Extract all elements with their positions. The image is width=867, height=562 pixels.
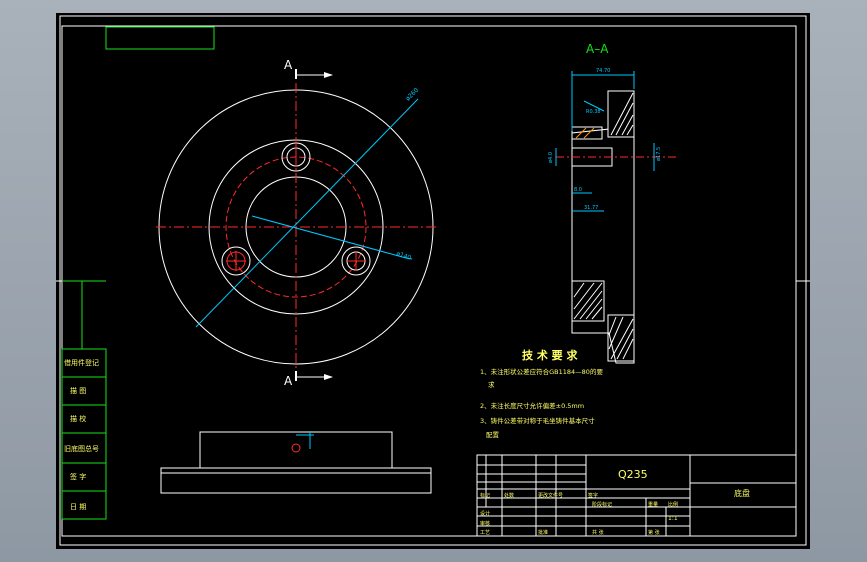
side-row-1: 借用件登记 (64, 358, 99, 367)
svg-text:签字: 签字 (588, 492, 598, 499)
svg-text:处数: 处数 (504, 492, 514, 499)
side-row-3: 描 校 (70, 414, 86, 423)
svg-text:31.77: 31.77 (584, 205, 598, 211)
left-side-table: 借用件登记 描 图 描 校 旧底图总号 签 字 日 期 (61, 280, 107, 520)
code-box (105, 26, 215, 50)
title-block: Q235 底盘 1:1 标记 处数 更改文件号 签字 阶段标记 重量 比例 设计… (476, 454, 797, 537)
section-mark-bottom: A (284, 374, 293, 388)
tech-req-item-1b: 求 (488, 380, 495, 389)
section-title: A–A (586, 42, 609, 56)
svg-text:共 张: 共 张 (592, 529, 604, 536)
outer-diameter-dim (195, 98, 419, 328)
drawing-canvas: ø260 ø140 A A A–A 74.70 R0.38 ø4.0 ø17.5… (56, 15, 810, 546)
svg-text:设计: 设计 (480, 510, 490, 517)
section-mark-top: A (284, 58, 293, 72)
svg-text:比例: 比例 (668, 501, 678, 508)
svg-text:更改文件号: 更改文件号 (538, 492, 563, 499)
section-view: A–A 74.70 R0.38 ø4.0 ø17.5 8.0 31.77 (548, 42, 676, 364)
tech-req-item-2: 2、未注长度尺寸允许偏差±0.5mm (480, 401, 584, 410)
svg-text:第 张: 第 张 (648, 529, 660, 536)
side-row-6: 日 期 (70, 503, 86, 511)
svg-text:74.70: 74.70 (596, 68, 610, 74)
svg-text:审核: 审核 (480, 520, 490, 527)
svg-text:R0.38: R0.38 (586, 109, 601, 115)
part-name-label: 底盘 (734, 488, 750, 498)
side-row-4: 旧底图总号 (64, 444, 99, 453)
svg-text:重量: 重量 (648, 501, 658, 508)
svg-text:ø140: ø140 (395, 250, 412, 261)
svg-text:工艺: 工艺 (480, 530, 490, 536)
front-view: ø260 ø140 A A (156, 58, 438, 388)
tech-req-item-3b: 配置 (486, 431, 500, 439)
material-label: Q235 (618, 468, 648, 481)
side-row-2: 描 图 (70, 386, 86, 395)
svg-text:8.0: 8.0 (574, 187, 582, 193)
tech-req-item-1: 1、未注形状公差应符合GB1184—80的要 (480, 367, 603, 376)
outer-border (59, 15, 807, 546)
drawing-border (61, 25, 797, 537)
cad-viewport[interactable]: ø260 ø140 A A A–A 74.70 R0.38 ø4.0 ø17.5… (0, 0, 867, 562)
svg-text:阶段标记: 阶段标记 (592, 501, 612, 508)
svg-text:批准: 批准 (538, 529, 548, 536)
technical-requirements: 技 术 要 求 1、未注形状公差应符合GB1184—80的要 求 2、未注长度尺… (480, 348, 603, 439)
svg-text:ø17.5: ø17.5 (656, 147, 662, 161)
tech-req-title: 技 术 要 求 (522, 348, 578, 362)
tech-req-item-3: 3、铸件公差带对称于毛坐铸件基本尺寸 (480, 416, 595, 425)
drawing-sheet: ø260 ø140 A A A–A 74.70 R0.38 ø4.0 ø17.5… (56, 13, 810, 549)
side-row-5: 签 字 (70, 472, 86, 481)
svg-text:ø4.0: ø4.0 (548, 152, 554, 163)
svg-text:标记: 标记 (480, 492, 490, 499)
bottom-view (160, 431, 432, 494)
scale-label: 1:1 (668, 515, 678, 522)
svg-text:ø260: ø260 (404, 87, 420, 103)
